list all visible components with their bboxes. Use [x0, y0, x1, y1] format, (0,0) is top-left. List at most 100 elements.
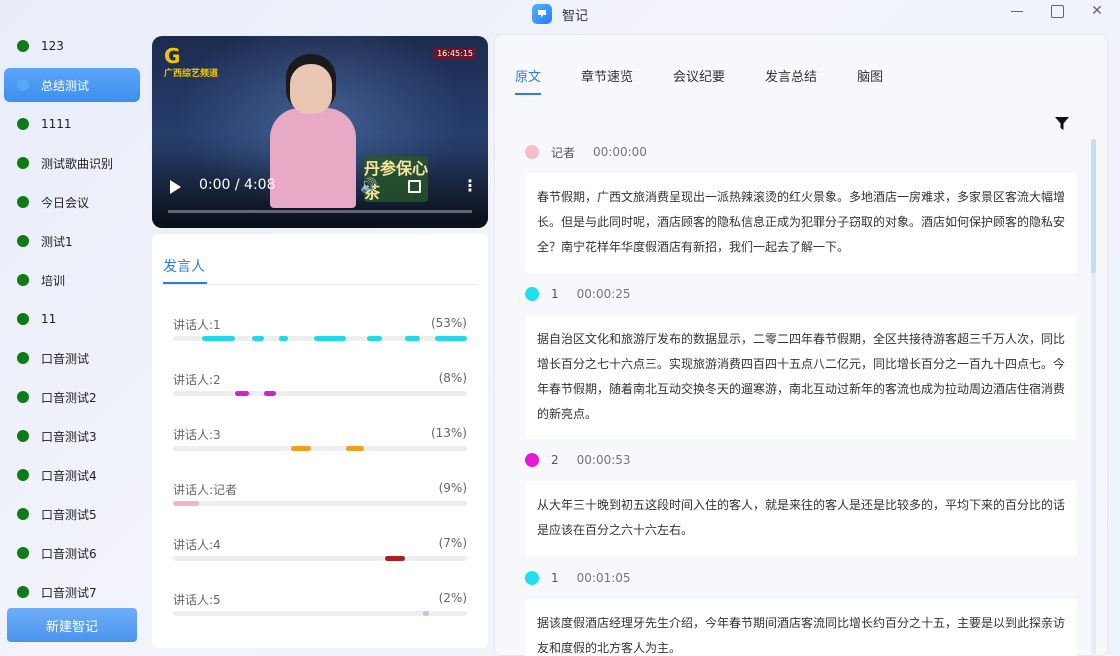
transcript-segment-text[interactable]: 据该度假酒店经理牙先生介绍，今年春节期间酒店客流同比增长约百分之十五，主要是以到… — [525, 599, 1077, 656]
video-player[interactable]: G 广西综艺频道 16:45:15 丹参保心茶 0:00 / 4:08 🔊 ⋮ — [152, 36, 488, 228]
transcript-tab[interactable]: 脑图 — [857, 66, 883, 85]
sidebar-item-label: 测试1 — [41, 234, 73, 249]
sidebar-item[interactable]: 123 — [4, 29, 140, 63]
filter-icon[interactable] — [1055, 117, 1069, 131]
app-logo-icon — [531, 4, 552, 24]
sidebar-item[interactable]: 总结测试 — [4, 68, 140, 102]
speaker-segment[interactable] — [264, 391, 276, 396]
scrollbar[interactable] — [1091, 139, 1096, 655]
speaker-row[interactable]: 讲话人:4 (7%) — [173, 536, 467, 566]
speaker-segment[interactable] — [173, 501, 200, 506]
speaker-segment[interactable] — [314, 336, 347, 341]
new-note-button[interactable]: 新建智记 — [7, 608, 137, 642]
video-progress-bar[interactable] — [168, 210, 472, 213]
video-controls: 0:00 / 4:08 🔊 ⋮ — [152, 168, 488, 228]
fullscreen-icon[interactable] — [408, 180, 421, 193]
speaker-timeline-track — [173, 556, 467, 561]
sidebar-item[interactable]: 口音测试7 — [4, 575, 140, 609]
sidebar-item-label: 测试歌曲识别 — [41, 156, 114, 171]
sidebar-item[interactable]: 测试歌曲识别 — [4, 146, 140, 180]
segment-speaker: 2 — [551, 453, 559, 467]
sidebar-item[interactable]: 口音测试5 — [4, 497, 140, 531]
sidebar-item[interactable]: 今日会议 — [4, 185, 140, 219]
segment-speaker: 记者 — [551, 145, 576, 160]
transcript-segment-text[interactable]: 从大年三十晚到初五这段时间入住的客人，就是来往的客人是还是比较多的，平均下来的百… — [525, 481, 1077, 557]
speaker-segment[interactable] — [202, 336, 235, 341]
sidebar-item[interactable]: 口音测试4 — [4, 458, 140, 492]
speaker-row[interactable]: 讲话人:1 (53%) — [173, 316, 467, 346]
status-dot-icon — [17, 157, 29, 169]
speaker-segment[interactable] — [422, 611, 429, 616]
volume-icon[interactable]: 🔊 — [360, 178, 377, 194]
sidebar-item-label: 口音测试 — [41, 351, 90, 366]
transcript-panel: 原文 章节速览 会议纪要 发言总结 脑图 记者 00:00:00 春节假期，广西文旅消费呈现… — [494, 34, 1108, 656]
transcript-segment-text[interactable]: 春节假期，广西文旅消费呈现出一派热辣滚烫的红火景象。多地酒店一房难求，多家景区客… — [525, 173, 1077, 273]
title-bar: 智记 ✕ — [0, 0, 1120, 28]
speaker-percent: (9%) — [438, 481, 467, 495]
app-title: 智记 — [561, 8, 588, 24]
speaker-segment[interactable] — [405, 336, 420, 341]
speaker-row[interactable]: 讲话人:3 (13%) — [173, 426, 467, 456]
status-dot-icon — [17, 118, 29, 130]
maximize-icon[interactable] — [1048, 2, 1066, 20]
sidebar-item[interactable]: 1111 — [4, 107, 140, 141]
play-icon[interactable] — [170, 180, 181, 194]
sidebar-item[interactable]: 口音测试 — [4, 341, 140, 375]
tab-speakers[interactable]: 发言人 — [163, 256, 205, 276]
more-options-icon[interactable]: ⋮ — [462, 176, 478, 195]
sidebar-item-label: 培训 — [41, 273, 66, 288]
transcript-segment-header: 2 00:00:53 — [525, 451, 631, 469]
sidebar-item-label: 口音测试7 — [41, 585, 97, 600]
channel-logo: G 广西综艺频道 — [164, 44, 219, 79]
sidebar-item[interactable]: 口音测试2 — [4, 380, 140, 414]
transcript-tab[interactable]: 会议纪要 — [673, 66, 725, 85]
speaker-panel: 发言人 讲话人:1 (53%) 讲话人:2 (8%) 讲话人:3 (13%) 讲话人:记者 (… — [152, 234, 488, 648]
speaker-name: 讲话人:1 — [173, 318, 221, 332]
transcript-tab[interactable]: 章节速览 — [581, 66, 633, 85]
sidebar-item-label: 口音测试4 — [41, 468, 97, 483]
speaker-segment[interactable] — [367, 336, 382, 341]
transcript-tab[interactable]: 原文 — [515, 66, 542, 95]
segment-time[interactable]: 00:00:53 — [577, 453, 631, 467]
segment-time[interactable]: 00:00:25 — [577, 287, 631, 301]
speaker-segment[interactable] — [434, 336, 467, 341]
sidebar-item[interactable]: 口音测试3 — [4, 419, 140, 453]
speaker-row[interactable]: 讲话人:5 (2%) — [173, 591, 467, 621]
speaker-dot-icon — [525, 571, 539, 585]
speaker-timeline-track — [173, 611, 467, 616]
status-dot-icon — [17, 547, 29, 559]
speaker-dot-icon — [525, 145, 539, 159]
segment-time[interactable]: 00:01:05 — [577, 571, 631, 585]
segment-time[interactable]: 00:00:00 — [593, 145, 647, 159]
speaker-segment[interactable] — [290, 446, 312, 451]
sidebar-item[interactable]: 口音测试6 — [4, 536, 140, 570]
speaker-name: 讲话人:4 — [173, 538, 221, 552]
speaker-row[interactable]: 讲话人:记者 (9%) — [173, 481, 467, 511]
speaker-row[interactable]: 讲话人:2 (8%) — [173, 371, 467, 401]
transcript-segment-header: 1 00:00:25 — [525, 285, 631, 303]
scrollbar-thumb[interactable] — [1091, 139, 1096, 273]
speaker-segment[interactable] — [346, 446, 365, 451]
sidebar-item[interactable]: 测试1 — [4, 224, 140, 258]
status-dot-icon — [17, 391, 29, 403]
speaker-name: 讲话人:记者 — [173, 483, 238, 497]
status-dot-icon — [17, 469, 29, 481]
segment-speaker: 1 — [551, 571, 559, 585]
close-icon[interactable]: ✕ — [1088, 2, 1106, 20]
sidebar-item[interactable]: 11 — [4, 302, 140, 336]
speaker-percent: (8%) — [438, 371, 467, 385]
speaker-timeline-track — [173, 446, 467, 451]
speaker-segment[interactable] — [278, 336, 288, 341]
speaker-timeline-track — [173, 501, 467, 506]
speaker-segment[interactable] — [252, 336, 265, 341]
sidebar-item-label: 口音测试5 — [41, 507, 97, 522]
speaker-segment[interactable] — [384, 556, 406, 561]
sidebar-item[interactable]: 培训 — [4, 263, 140, 297]
transcript-tab[interactable]: 发言总结 — [765, 66, 817, 85]
speaker-timeline-track — [173, 336, 467, 341]
speaker-segment[interactable] — [234, 391, 250, 396]
transcript-segment-text[interactable]: 据自治区文化和旅游厅发布的数据显示，二零二四年春节假期，全区共接待游客超三千万人… — [525, 315, 1077, 439]
status-dot-icon — [17, 274, 29, 286]
sidebar: 123 总结测试 1111 测试歌曲识别今日会议测试1 培训 11 口音测试口音测试2 口音测… — [0, 28, 146, 656]
minimize-icon[interactable] — [1008, 2, 1026, 20]
